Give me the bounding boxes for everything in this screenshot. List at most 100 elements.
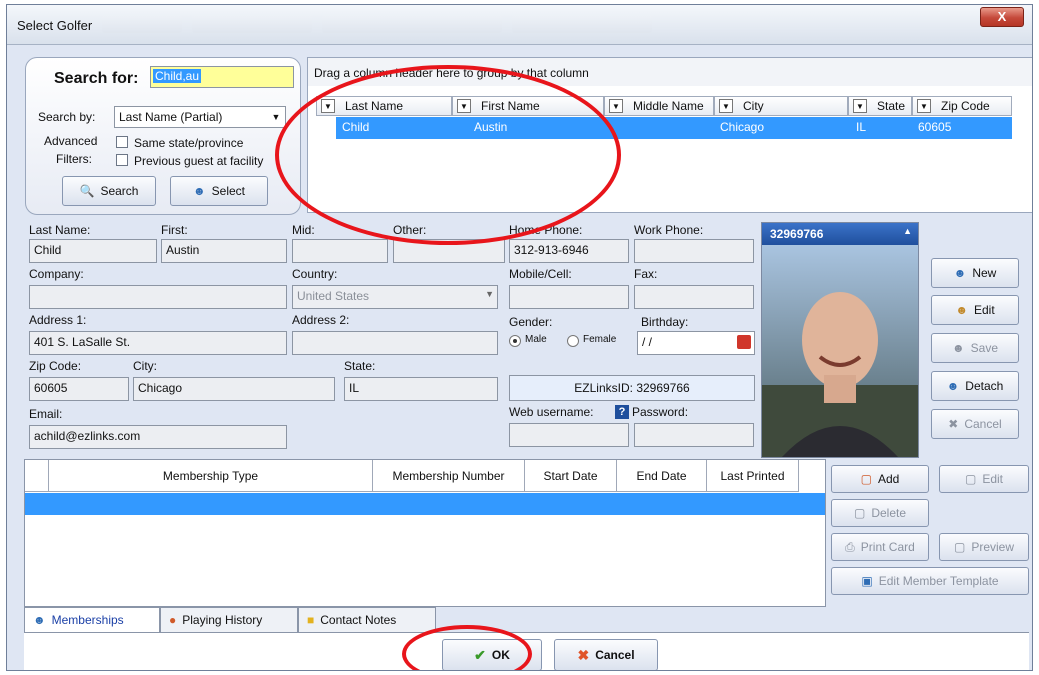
user-edit-icon: ☻ (955, 303, 968, 317)
background-tab-ghost (192, 15, 312, 33)
cell-state[interactable]: IL (850, 117, 866, 139)
state-field[interactable]: IL (344, 377, 498, 401)
cancel-edit-button[interactable]: ✖ Cancel (931, 409, 1019, 439)
filters-label: Filters: (56, 152, 92, 166)
preview-icon: ▢ (953, 540, 966, 554)
preview-button[interactable]: ▢ Preview (939, 533, 1029, 561)
user-add-icon: ☻ (953, 266, 967, 280)
last-name-field[interactable]: Child (29, 239, 157, 263)
print-card-button[interactable]: ⎙ Print Card (831, 533, 929, 561)
male-label: Male (525, 334, 547, 345)
new-button[interactable]: ☻ New (931, 258, 1019, 288)
male-radio[interactable] (509, 335, 521, 347)
home-phone-field[interactable]: 312-913-6946 (509, 239, 629, 263)
country-select[interactable]: United States ▼ (292, 285, 498, 309)
same-state-label: Same state/province (134, 136, 244, 150)
delete-membership-button[interactable]: ▢ Delete (831, 499, 929, 527)
fax-field[interactable] (634, 285, 754, 309)
tab-contact-notes[interactable]: ■ Contact Notes (298, 607, 436, 633)
birthday-field[interactable]: / / (637, 331, 755, 355)
gender-label: Gender: (509, 315, 553, 329)
select-button[interactable]: ☻ Select (170, 176, 268, 206)
background-tab-ghost (512, 15, 652, 33)
add-membership-button[interactable]: ▢ Add (831, 465, 929, 493)
close-x-icon: ✖ (577, 646, 590, 663)
edit-membership-button[interactable]: ▢ Edit (939, 465, 1029, 493)
address2-label: Address 2: (292, 313, 350, 327)
calendar-icon[interactable] (737, 335, 751, 349)
column-header-last-printed[interactable]: Last Printed (707, 460, 799, 492)
column-header-state[interactable]: ▼ State (848, 96, 912, 116)
tab-playing-history[interactable]: ● Playing History (160, 607, 298, 633)
password-field[interactable] (634, 423, 754, 447)
detach-button[interactable]: ☻ Detach (931, 371, 1019, 401)
membership-table: Membership Type Membership Number Start … (24, 459, 826, 607)
history-icon: ● (169, 613, 177, 627)
search-heading: Search for: (54, 70, 139, 87)
address2-field[interactable] (292, 331, 498, 355)
address1-field[interactable]: 401 S. LaSalle St. (29, 331, 287, 355)
column-header-membership-number[interactable]: Membership Number (373, 460, 525, 492)
search-panel: Search for: Child,au Search by: Last Nam… (25, 57, 301, 215)
female-radio[interactable] (567, 335, 579, 347)
column-header-zip-code[interactable]: ▼ Zip Code (912, 96, 1012, 116)
fax-label: Fax: (634, 267, 658, 281)
filter-dropdown-icon[interactable]: ▼ (853, 99, 867, 113)
user-detach-icon: ☻ (946, 379, 960, 393)
chevron-down-icon: ▼ (271, 112, 281, 122)
user-icon: ☻ (193, 184, 206, 198)
work-phone-field[interactable] (634, 239, 754, 263)
row-indicator-header (25, 460, 49, 492)
column-header-end-date[interactable]: End Date (617, 460, 707, 492)
mobile-field[interactable] (509, 285, 629, 309)
email-field[interactable]: achild@ezlinks.com (29, 425, 287, 449)
background-tab-ghost (102, 15, 182, 33)
state-label: State: (344, 359, 376, 373)
column-header-city[interactable]: ▼ City (714, 96, 848, 116)
birthday-label: Birthday: (641, 315, 689, 329)
tab-memberships[interactable]: ☻ Memberships (24, 607, 160, 633)
user-save-icon: ☻ (952, 341, 965, 355)
advanced-label: Advanced (44, 134, 98, 148)
edit-member-template-button[interactable]: ▣ Edit Member Template (831, 567, 1029, 595)
search-input[interactable]: Child,au (150, 66, 294, 88)
filter-dropdown-icon[interactable]: ▼ (917, 99, 931, 113)
cancel-button[interactable]: ✖ Cancel (554, 639, 658, 670)
close-button[interactable]: X (980, 7, 1024, 27)
edit-golfer-button[interactable]: ☻ Edit (931, 295, 1019, 325)
previous-guest-label: Previous guest at facility (134, 154, 264, 168)
last-name-label: Last Name: (29, 223, 91, 237)
golfer-photo (762, 245, 918, 457)
cell-zip[interactable]: 60605 (912, 117, 951, 139)
background-tab-ghost (322, 15, 502, 33)
company-field[interactable] (29, 285, 287, 309)
company-label: Company: (29, 267, 84, 281)
column-header-start-date[interactable]: Start Date (525, 460, 617, 492)
web-username-field[interactable] (509, 423, 629, 447)
search-by-select[interactable]: Last Name (Partial) ▼ (114, 106, 286, 128)
photo-id-header: 32969766 ▲ (762, 223, 918, 245)
country-label: Country: (292, 267, 338, 281)
work-phone-label: Work Phone: (634, 223, 704, 237)
mid-field[interactable] (292, 239, 388, 263)
column-header-middle-name[interactable]: ▼ Middle Name (604, 96, 714, 116)
search-button[interactable]: 🔍 Search (62, 176, 156, 206)
collapse-icon[interactable]: ▲ (903, 226, 912, 236)
table-row[interactable] (25, 493, 825, 515)
column-header-membership-type[interactable]: Membership Type (49, 460, 373, 492)
cell-city[interactable]: Chicago (714, 117, 764, 139)
save-button[interactable]: ☻ Save (931, 333, 1019, 363)
city-field[interactable]: Chicago (133, 377, 335, 401)
title-bar: Select Golfer X (7, 5, 1032, 45)
zip-label: Zip Code: (29, 359, 82, 373)
add-card-icon: ▢ (860, 472, 872, 486)
first-name-field[interactable]: Austin (161, 239, 287, 263)
same-state-checkbox[interactable] (116, 136, 128, 148)
help-icon[interactable]: ? (615, 405, 629, 419)
filter-dropdown-icon[interactable]: ▼ (719, 99, 733, 113)
previous-guest-checkbox[interactable] (116, 154, 128, 166)
filter-dropdown-icon[interactable]: ▼ (609, 99, 623, 113)
printer-icon: ⎙ (845, 539, 855, 554)
select-golfer-window: Select Golfer X Search for: Child,au Sea… (6, 4, 1033, 671)
zip-field[interactable]: 60605 (29, 377, 129, 401)
